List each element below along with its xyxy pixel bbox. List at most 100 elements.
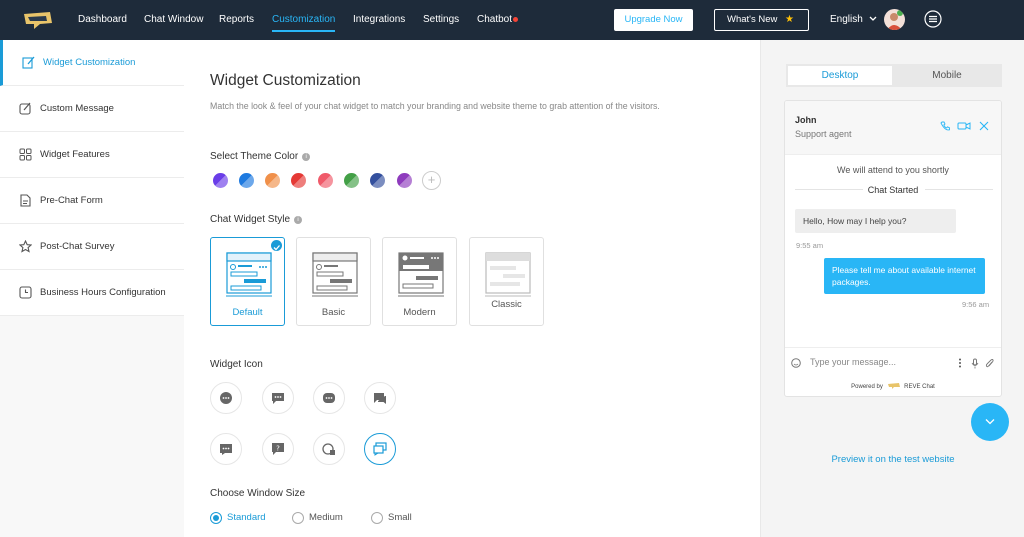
message-time: 9:56 am bbox=[962, 300, 990, 309]
widget-style-label: Chat Widget Style bbox=[210, 214, 291, 225]
notification-dot bbox=[513, 17, 519, 22]
close-icon[interactable] bbox=[979, 121, 989, 131]
style-card-basic[interactable]: Basic bbox=[296, 237, 371, 326]
visitor-message-bubble: Please tell me about available internet … bbox=[824, 258, 985, 294]
nav-dashboard[interactable]: Dashboard bbox=[78, 0, 127, 40]
sidebar-item-widget-features[interactable]: Widget Features bbox=[0, 132, 184, 178]
nav-customization[interactable]: Customization bbox=[272, 0, 336, 40]
message-input[interactable]: Type your message... bbox=[810, 357, 896, 367]
chat-launcher-button[interactable] bbox=[971, 403, 1009, 441]
more-options-icon[interactable] bbox=[958, 358, 962, 368]
sidebar-item-post-chat-survey[interactable]: Post-Chat Survey bbox=[0, 224, 184, 270]
user-avatar[interactable] bbox=[884, 9, 905, 30]
add-color-button[interactable]: + bbox=[422, 171, 441, 190]
nav-integrations[interactable]: Integrations bbox=[353, 0, 405, 40]
form-icon bbox=[20, 194, 31, 207]
whats-new-label: What's New bbox=[727, 14, 778, 25]
widget-icon-option-4[interactable] bbox=[364, 382, 396, 414]
brand-name: REVE Chat bbox=[904, 384, 935, 390]
basic-style-thumbnail bbox=[312, 252, 358, 297]
phone-icon[interactable] bbox=[940, 121, 950, 131]
chat-started-label: Chat Started bbox=[867, 185, 919, 195]
sidebar-item-label: Business Hours Configuration bbox=[40, 287, 166, 298]
video-icon[interactable] bbox=[957, 121, 971, 131]
widget-icon-option-5[interactable] bbox=[210, 433, 242, 465]
style-card-modern[interactable]: Modern bbox=[382, 237, 457, 326]
theme-color-swatch[interactable] bbox=[318, 173, 333, 188]
page-title: Widget Customization bbox=[210, 72, 361, 89]
theme-color-swatch[interactable] bbox=[213, 173, 228, 188]
style-card-classic[interactable]: Classic bbox=[469, 237, 544, 326]
microphone-icon[interactable] bbox=[971, 358, 979, 369]
info-icon[interactable]: i bbox=[302, 153, 311, 161]
nav-chatbot[interactable]: Chatbot bbox=[477, 0, 519, 40]
upgrade-now-button[interactable]: Upgrade Now bbox=[614, 9, 693, 31]
sidebar-item-label: Post-Chat Survey bbox=[40, 241, 115, 252]
nav-settings[interactable]: Settings bbox=[423, 0, 459, 40]
widget-icon-option-2[interactable] bbox=[262, 382, 294, 414]
reve-chat-logo[interactable] bbox=[22, 11, 54, 30]
theme-color-swatch[interactable] bbox=[239, 173, 254, 188]
widget-icon-option-3[interactable] bbox=[313, 382, 345, 414]
reve-logo-icon bbox=[887, 383, 900, 389]
window-size-heading: Choose Window Size bbox=[210, 488, 306, 499]
attend-notice: We will attend to you shortly bbox=[837, 165, 949, 175]
theme-color-swatch[interactable] bbox=[291, 173, 306, 188]
style-label: Basic bbox=[321, 307, 346, 318]
top-navigation-bar: Dashboard Chat Window Reports Customizat… bbox=[0, 0, 1024, 40]
sidebar-item-label: Custom Message bbox=[40, 103, 114, 114]
language-selector[interactable]: English bbox=[830, 0, 877, 40]
size-option-standard[interactable]: Standard bbox=[210, 512, 266, 524]
whats-new-button[interactable]: What's New ★ bbox=[714, 9, 809, 31]
chat-widget-preview: John Support agent We will attend to you… bbox=[784, 100, 1002, 397]
grid-icon bbox=[19, 148, 32, 161]
chevron-down-icon bbox=[869, 16, 877, 21]
theme-color-swatch[interactable] bbox=[370, 173, 385, 188]
theme-color-swatch[interactable] bbox=[397, 173, 412, 188]
nav-reports[interactable]: Reports bbox=[219, 0, 254, 40]
widget-icon-option-1[interactable] bbox=[210, 382, 242, 414]
widget-icon-option-7[interactable] bbox=[313, 433, 345, 465]
device-tabs: Desktop Mobile bbox=[786, 64, 1002, 87]
widget-icon-heading: Widget Icon bbox=[210, 359, 263, 370]
size-option-small[interactable]: Small bbox=[371, 512, 412, 524]
page-description: Match the look & feel of your chat widge… bbox=[210, 101, 660, 111]
widget-preview-panel: Desktop Mobile John Support agent We wil… bbox=[760, 40, 1024, 537]
powered-by-label: Powered by bbox=[851, 384, 883, 390]
tab-mobile[interactable]: Mobile bbox=[894, 66, 1000, 85]
menu-icon[interactable] bbox=[924, 10, 942, 28]
main-content: Widget Customization Match the look & fe… bbox=[184, 40, 760, 537]
size-option-medium[interactable]: Medium bbox=[292, 512, 343, 524]
modern-style-thumbnail bbox=[398, 252, 444, 297]
default-style-thumbnail bbox=[226, 252, 272, 297]
preview-test-website-link[interactable]: Preview it on the test website bbox=[761, 454, 1024, 465]
sidebar-item-label: Widget Features bbox=[40, 149, 110, 160]
widget-icon-option-6[interactable]: ? bbox=[262, 433, 294, 465]
svg-text:?: ? bbox=[276, 445, 280, 453]
star-icon: ★ bbox=[785, 14, 794, 25]
chat-bubble-dots-icon bbox=[220, 392, 232, 404]
sidebar-item-custom-message[interactable]: Custom Message bbox=[0, 86, 184, 132]
chat-box-dots-icon bbox=[220, 444, 232, 455]
widget-header: John Support agent bbox=[785, 101, 1001, 155]
chat-outline-bubble-icon bbox=[322, 443, 335, 455]
widget-icon-option-8[interactable] bbox=[364, 433, 396, 465]
style-card-default[interactable]: Default bbox=[210, 237, 285, 326]
theme-color-swatch[interactable] bbox=[265, 173, 280, 188]
style-label: Modern bbox=[403, 307, 436, 318]
tab-desktop[interactable]: Desktop bbox=[788, 66, 892, 85]
theme-color-swatch[interactable] bbox=[344, 173, 359, 188]
chat-lines-icon bbox=[374, 393, 386, 404]
sidebar-item-widget-customization[interactable]: Widget Customization bbox=[0, 40, 184, 86]
nav-chat-window[interactable]: Chat Window bbox=[144, 0, 203, 40]
sidebar-item-pre-chat-form[interactable]: Pre-Chat Form bbox=[0, 178, 184, 224]
nav-chatbot-label: Chatbot bbox=[477, 14, 513, 25]
sidebar: Widget Customization Custom Message Widg… bbox=[0, 40, 184, 537]
edit-widget-icon bbox=[22, 56, 35, 69]
attachment-icon[interactable] bbox=[985, 358, 994, 369]
agent-message-bubble: Hello, How may I help you? bbox=[795, 209, 956, 233]
sidebar-item-business-hours[interactable]: Business Hours Configuration bbox=[0, 270, 184, 316]
chat-rounded-dots-icon bbox=[323, 393, 335, 403]
emoji-icon[interactable] bbox=[791, 358, 801, 368]
info-icon[interactable]: i bbox=[294, 216, 303, 224]
